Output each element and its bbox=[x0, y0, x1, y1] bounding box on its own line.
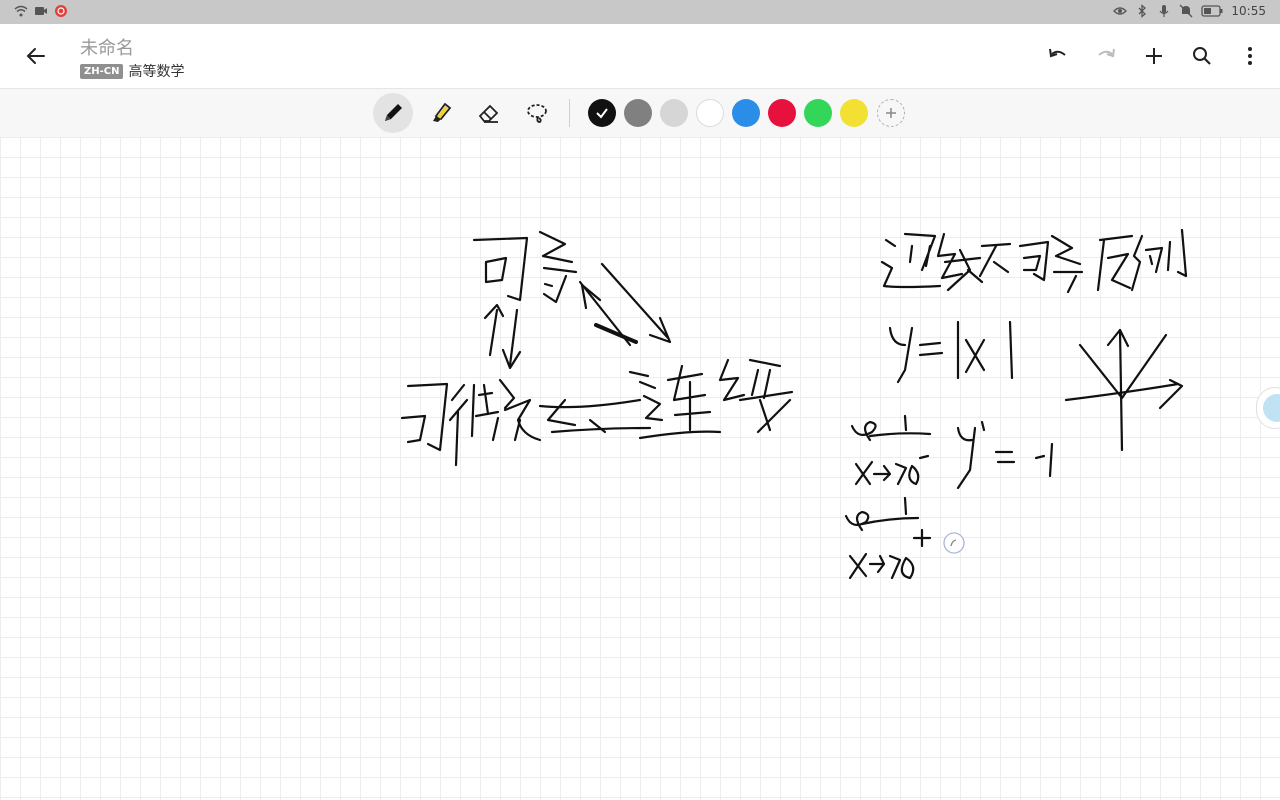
add-button[interactable] bbox=[1138, 40, 1170, 72]
status-bar: 10:55 bbox=[0, 0, 1280, 24]
pen-icon bbox=[385, 104, 402, 121]
undo-icon bbox=[1049, 48, 1066, 58]
record-icon bbox=[55, 5, 67, 17]
app-bar: 未命名 ZH-CN 高等数学 bbox=[0, 24, 1280, 88]
search-button[interactable] bbox=[1186, 40, 1218, 72]
color-swatch-yellow[interactable] bbox=[840, 99, 868, 127]
color-swatch-white[interactable] bbox=[696, 99, 724, 127]
ink-arrows-left bbox=[483, 303, 522, 370]
eraser-tool-button[interactable] bbox=[469, 93, 509, 133]
eraser-icon bbox=[478, 104, 499, 123]
eye-icon bbox=[1113, 7, 1128, 15]
battery-icon bbox=[1201, 5, 1223, 17]
ink-kewei bbox=[400, 378, 542, 467]
wifi-icon bbox=[14, 5, 28, 17]
redo-button[interactable] bbox=[1090, 40, 1122, 72]
redo-icon bbox=[1098, 48, 1115, 58]
add-icon bbox=[1146, 48, 1162, 64]
app-bar-actions bbox=[1042, 40, 1266, 72]
note-title[interactable]: 未命名 bbox=[80, 34, 134, 60]
color-swatch-gray[interactable] bbox=[624, 99, 652, 127]
ink-arrow-middle bbox=[538, 398, 652, 434]
highlighter-tool-button[interactable] bbox=[421, 93, 461, 133]
check-icon bbox=[588, 99, 616, 127]
notebook-name: 高等数学 bbox=[128, 64, 185, 80]
floating-ball-icon bbox=[1263, 394, 1280, 422]
undo-button[interactable] bbox=[1042, 40, 1074, 72]
more-button[interactable] bbox=[1234, 40, 1266, 72]
search-icon bbox=[1193, 47, 1211, 65]
language-badge: ZH-CN bbox=[80, 63, 124, 79]
ink-lianxu bbox=[628, 358, 794, 440]
video-icon bbox=[35, 7, 47, 15]
more-vert-icon bbox=[1248, 47, 1252, 65]
ink-left-limit bbox=[850, 414, 1054, 490]
mic-icon bbox=[1159, 5, 1169, 17]
pen-cursor-icon bbox=[943, 532, 965, 554]
notebook-info[interactable]: ZH-CN 高等数学 bbox=[80, 61, 184, 81]
lasso-icon bbox=[527, 104, 547, 123]
bluetooth-icon bbox=[1138, 4, 1147, 18]
toolbar-divider bbox=[569, 99, 570, 127]
drawing-canvas[interactable] bbox=[0, 137, 1280, 800]
status-system: 10:55 bbox=[1113, 4, 1266, 18]
color-swatch-light-gray[interactable] bbox=[660, 99, 688, 127]
pen-tool-button[interactable] bbox=[373, 93, 413, 133]
lasso-tool-button[interactable] bbox=[517, 93, 557, 133]
status-notifications bbox=[14, 4, 68, 18]
highlighter-icon bbox=[433, 102, 452, 122]
color-swatch-green[interactable] bbox=[804, 99, 832, 127]
status-time: 10:55 bbox=[1231, 4, 1266, 18]
color-swatch-black[interactable] bbox=[588, 99, 616, 127]
ink-counterexample-title bbox=[880, 228, 1188, 294]
ink-arrows-right bbox=[578, 262, 672, 347]
ink-kedao bbox=[472, 230, 578, 304]
ink-y-abs-x bbox=[888, 320, 1014, 384]
bell-off-icon bbox=[1179, 4, 1193, 18]
handwriting-ink bbox=[400, 228, 1188, 580]
ink-abs-graph bbox=[1064, 328, 1184, 452]
drawing-toolbar bbox=[0, 88, 1280, 138]
add-color-button[interactable] bbox=[877, 99, 905, 127]
color-swatch-blue[interactable] bbox=[732, 99, 760, 127]
back-button[interactable] bbox=[20, 40, 52, 72]
color-swatch-red[interactable] bbox=[768, 99, 796, 127]
plus-icon bbox=[886, 108, 896, 118]
back-arrow-icon bbox=[26, 48, 45, 64]
ink-right-limit bbox=[844, 496, 932, 580]
